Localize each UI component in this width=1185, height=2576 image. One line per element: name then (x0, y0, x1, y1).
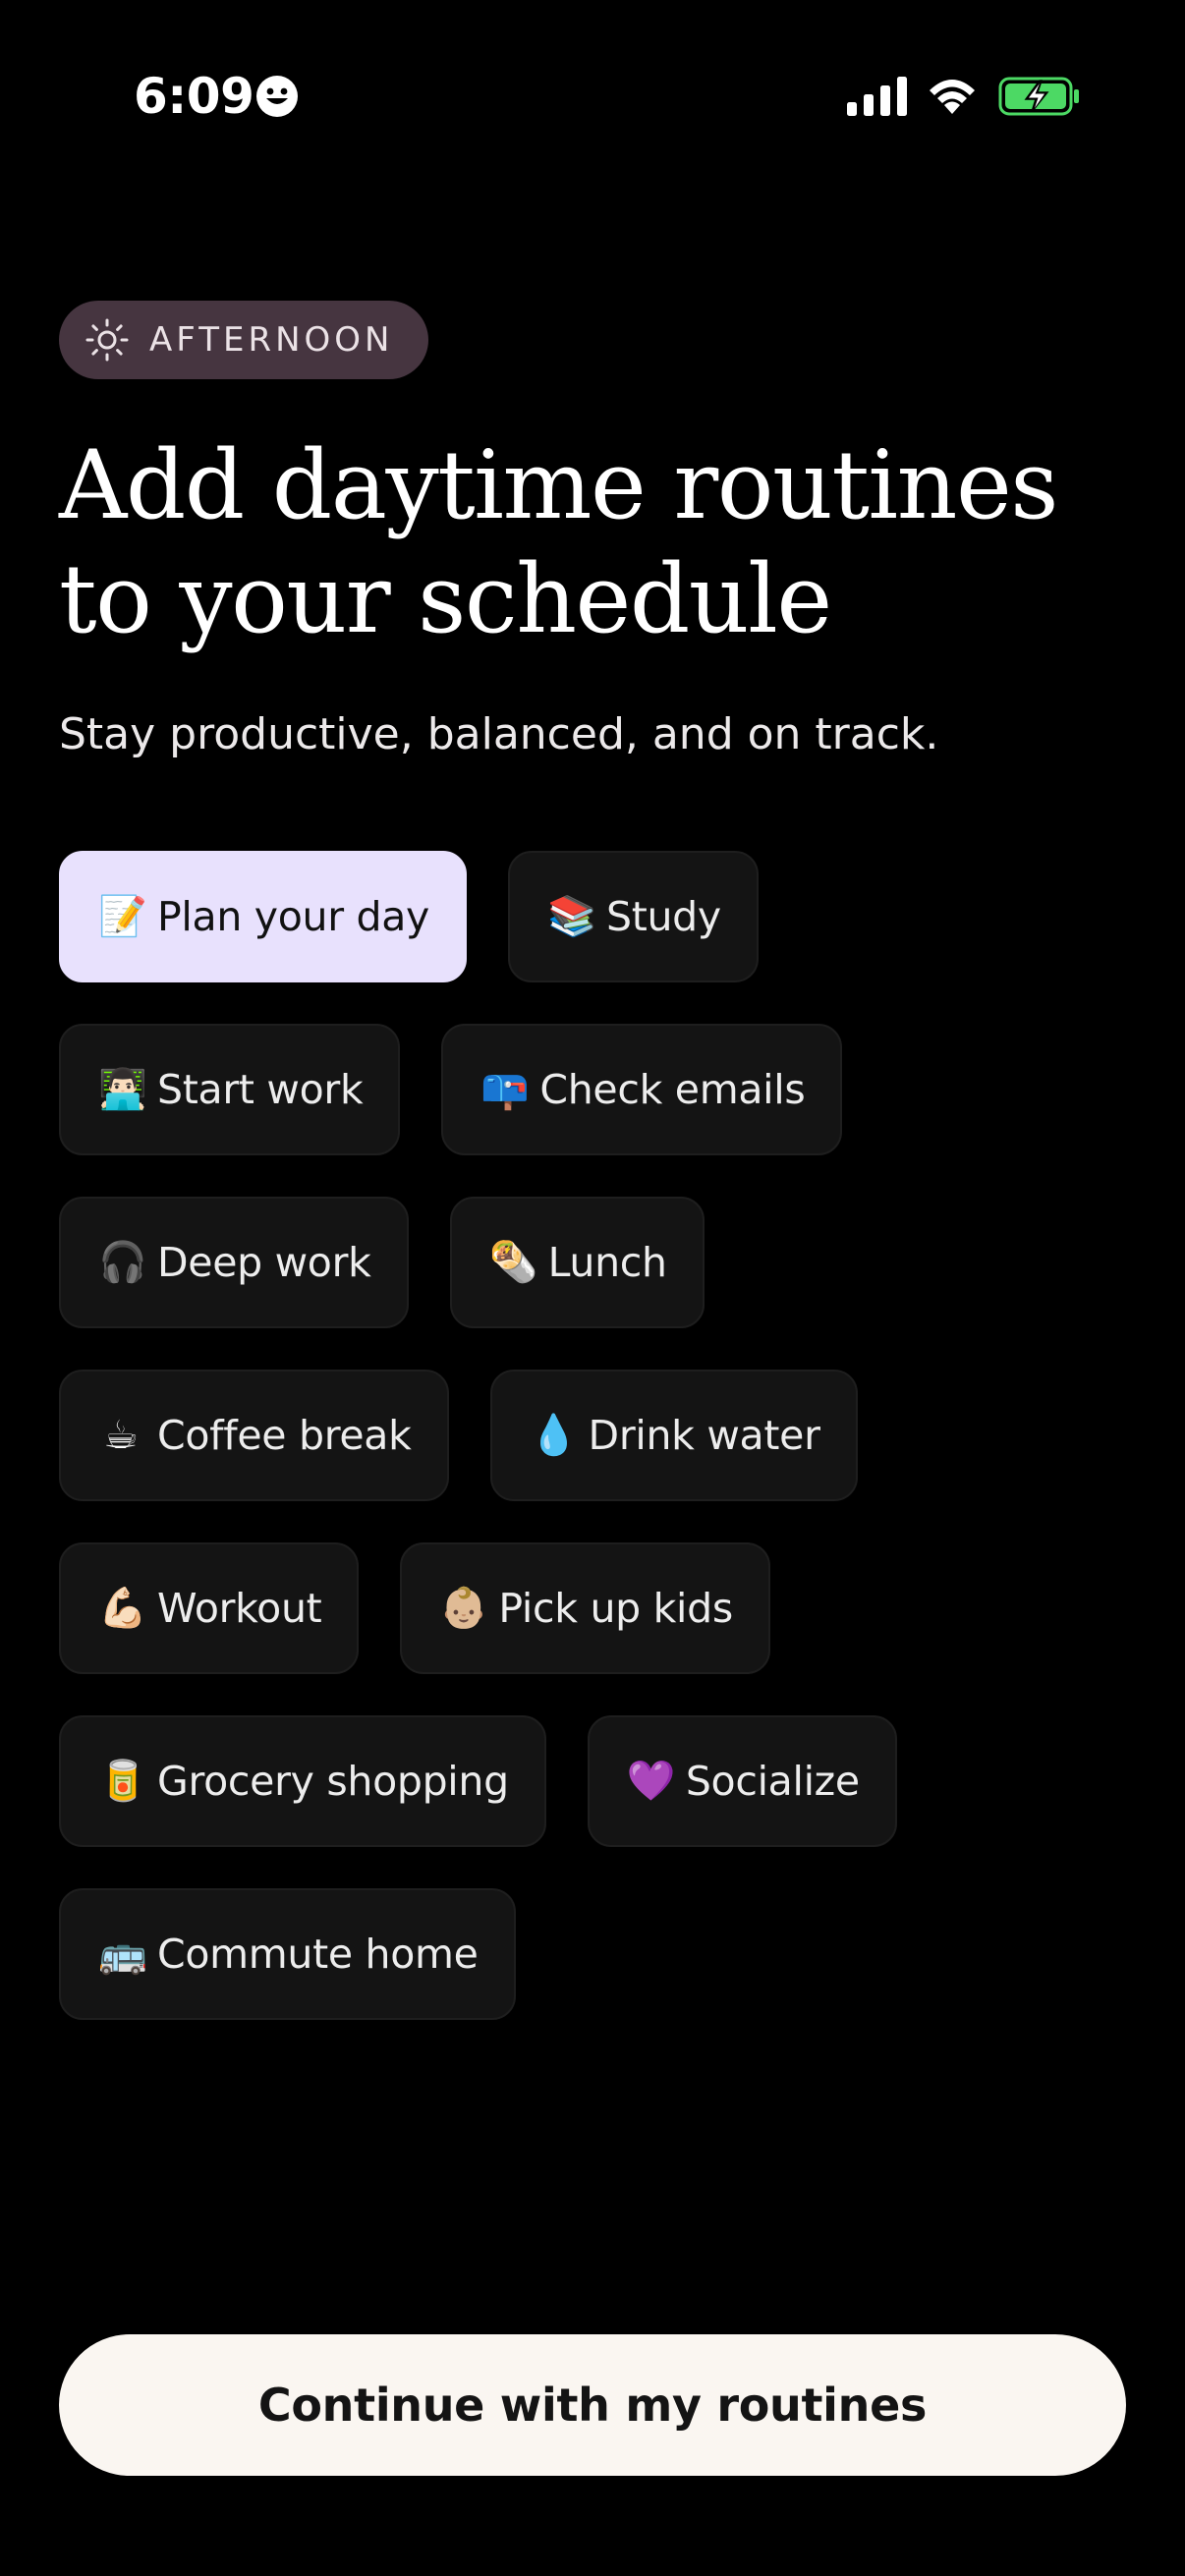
canned-food-icon: 🥫 (98, 1759, 147, 1804)
routine-chip-grocery-shopping[interactable]: 🥫 Grocery shopping (59, 1715, 546, 1847)
routine-chip-drink-water[interactable]: 💧 Drink water (489, 1370, 858, 1501)
routine-chip-label: Commute home (157, 1931, 479, 1978)
routine-chip-label: Coffee break (157, 1412, 412, 1459)
face-icon (256, 76, 298, 117)
status-bar: 6:09 (0, 0, 1185, 193)
routine-chip-label: Socialize (685, 1758, 860, 1805)
signal-icon (847, 77, 907, 116)
routine-chip-check-emails[interactable]: 📪 Check emails (441, 1024, 843, 1155)
routine-chip-label: Pick up kids (498, 1585, 733, 1632)
routine-chip-pick-up-kids[interactable]: 👶🏼 Pick up kids (400, 1542, 770, 1674)
page-subtitle: Stay productive, balanced, and on track. (59, 709, 939, 759)
baby-icon: 👶🏼 (439, 1586, 489, 1631)
memo-icon: 📝 (98, 894, 147, 939)
technologist-icon: 👨🏻‍💻 (98, 1067, 147, 1112)
chip-row: 🚌 Commute home (59, 1888, 1130, 2020)
routine-chip-label: Deep work (157, 1239, 371, 1286)
wifi-icon (930, 80, 975, 114)
routine-chip-list: 📝 Plan your day 📚 Study 👨🏻‍💻 Start work … (59, 851, 1130, 2061)
chip-row: ☕ Coffee break 💧 Drink water (59, 1370, 1130, 1501)
bus-icon: 🚌 (98, 1932, 147, 1977)
chip-row: 📝 Plan your day 📚 Study (59, 851, 1130, 982)
routine-chip-socialize[interactable]: 💜 Socialize (587, 1715, 897, 1847)
routine-chip-label: Workout (157, 1585, 322, 1632)
chip-row: 🥫 Grocery shopping 💜 Socialize (59, 1715, 1130, 1847)
chip-row: 👨🏻‍💻 Start work 📪 Check emails (59, 1024, 1130, 1155)
routine-chip-label: Study (606, 893, 721, 940)
routine-chip-commute-home[interactable]: 🚌 Commute home (59, 1888, 516, 2020)
routine-chip-label: Lunch (547, 1239, 667, 1286)
burrito-icon: 🌯 (488, 1240, 538, 1285)
continue-button[interactable]: Continue with my routines (59, 2334, 1126, 2476)
routine-chip-label: Check emails (539, 1066, 806, 1113)
routine-chip-plan-your-day[interactable]: 📝 Plan your day (59, 851, 467, 982)
sun-icon (85, 318, 129, 362)
coffee-icon: ☕ (103, 1413, 139, 1458)
books-icon: 📚 (547, 894, 596, 939)
time-of-day-label: AFTERNOON (149, 320, 394, 360)
headphones-icon: 🎧 (98, 1240, 147, 1285)
chip-row: 💪🏻 Workout 👶🏼 Pick up kids (59, 1542, 1130, 1674)
droplet-icon: 💧 (529, 1413, 579, 1458)
routine-chip-study[interactable]: 📚 Study (508, 851, 759, 982)
battery-charging-icon (998, 77, 1079, 116)
routine-chip-start-work[interactable]: 👨🏻‍💻 Start work (59, 1024, 401, 1155)
status-time: 6:09 (134, 68, 254, 125)
routine-chip-lunch[interactable]: 🌯 Lunch (449, 1197, 705, 1328)
routine-chip-coffee-break[interactable]: ☕ Coffee break (59, 1370, 449, 1501)
purple-heart-icon: 💜 (626, 1759, 676, 1804)
flexed-biceps-icon: 💪🏻 (98, 1586, 147, 1631)
routine-chip-label: Plan your day (157, 893, 429, 940)
continue-button-label: Continue with my routines (257, 2379, 928, 2432)
routine-chip-workout[interactable]: 💪🏻 Workout (59, 1542, 360, 1674)
page-title: Add daytime routines to your schedule (59, 430, 1059, 654)
mailbox-icon: 📪 (480, 1067, 531, 1112)
routine-chip-label: Drink water (588, 1412, 820, 1459)
routine-chip-label: Start work (157, 1066, 364, 1113)
routine-chip-deep-work[interactable]: 🎧 Deep work (59, 1197, 409, 1328)
routine-chip-label: Grocery shopping (157, 1758, 509, 1805)
time-of-day-badge: AFTERNOON (59, 301, 428, 379)
chip-row: 🎧 Deep work 🌯 Lunch (59, 1197, 1130, 1328)
